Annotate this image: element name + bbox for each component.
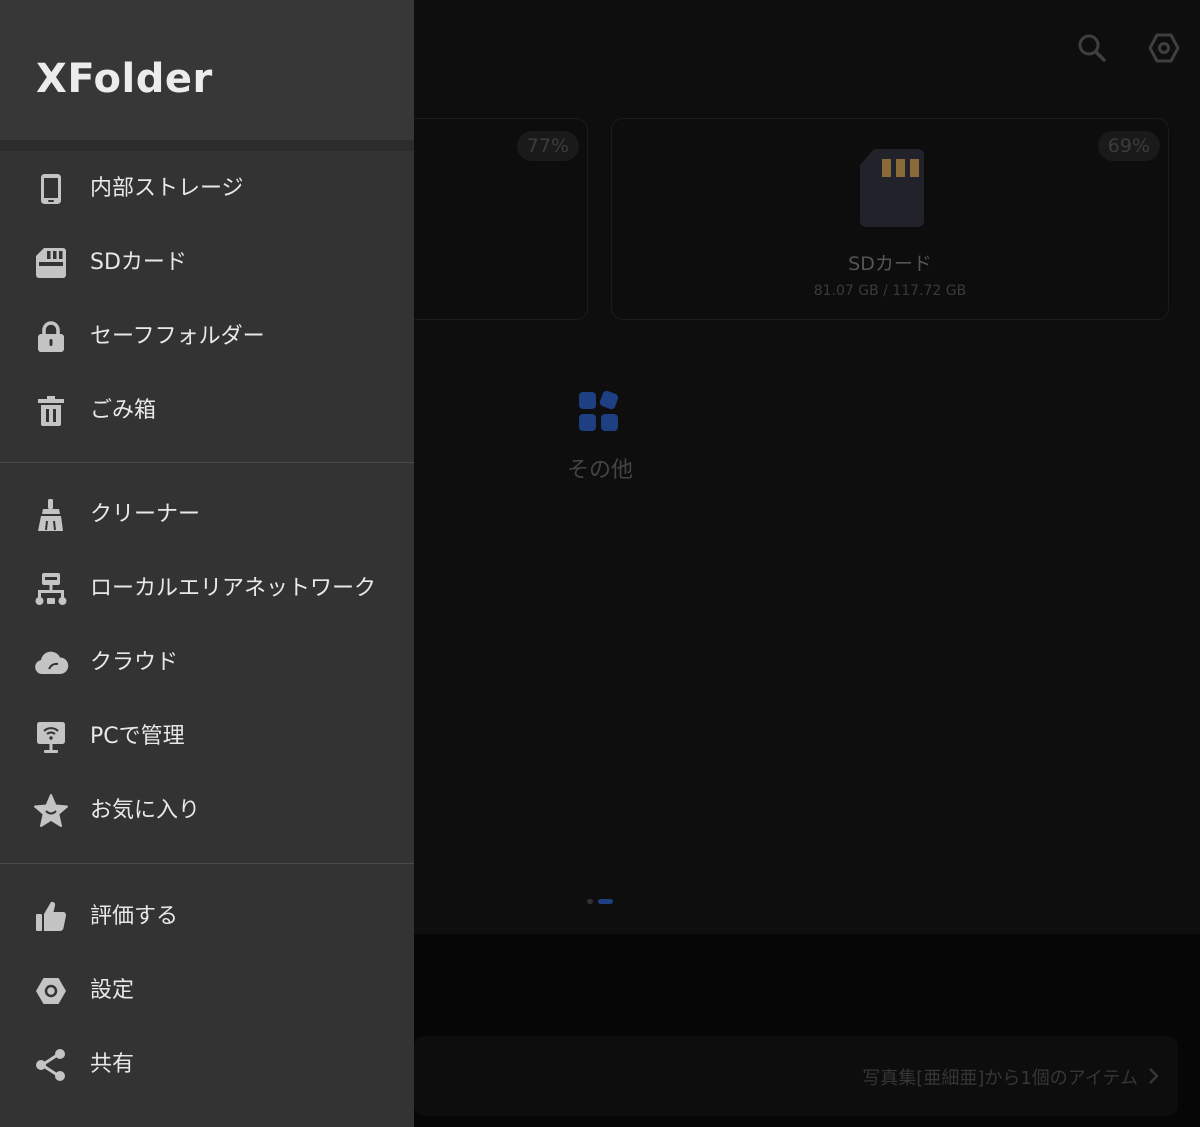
menu-item-cloud[interactable]: クラウド — [0, 632, 414, 694]
menu-item-favorites[interactable]: お気に入り — [0, 780, 414, 842]
sd-card-large-icon — [860, 149, 924, 227]
sd-card-icon — [33, 245, 69, 281]
phone-icon — [33, 171, 69, 207]
sd-card-title: SDカード — [848, 253, 932, 275]
settings-top-icon[interactable] — [1146, 30, 1182, 66]
internal-storage-card[interactable]: 77% — [400, 118, 588, 320]
menu-item-safe-folder[interactable]: セーフフォルダー — [0, 306, 414, 368]
menu-item-label: PCで管理 — [90, 724, 185, 749]
cloud-icon — [33, 645, 69, 681]
menu-item-label: ローカルエリアネットワーク — [90, 576, 377, 601]
pager-dot — [587, 899, 593, 904]
sd-card-usage: 81.07 GB / 117.72 GB — [813, 283, 967, 299]
menu-item-share[interactable]: 共有 — [0, 1034, 414, 1096]
recent-items-text[interactable]: 写真集[亜細亜]から1個のアイテム — [862, 1064, 1138, 1090]
other-category-label[interactable]: その他 — [540, 452, 660, 484]
menu-item-label: SDカード — [90, 250, 187, 275]
menu-item-cleaner[interactable]: クリーナー — [0, 484, 414, 546]
app-brand-title: XFolder — [36, 56, 213, 102]
menu-item-sd-card[interactable]: SDカード — [0, 232, 414, 294]
broom-icon — [33, 497, 69, 533]
menu-item-lan[interactable]: ローカルエリアネットワーク — [0, 558, 414, 620]
section-divider — [0, 863, 414, 864]
drawer-header: XFolder — [0, 0, 414, 140]
header-shadow — [0, 140, 414, 151]
menu-item-label: 共有 — [90, 1052, 135, 1077]
apps-grid-icon[interactable] — [576, 389, 622, 435]
section-divider — [0, 462, 414, 463]
menu-item-label: 設定 — [90, 978, 135, 1003]
usage-percent-badge: 69% — [1097, 131, 1160, 161]
search-icon[interactable] — [1074, 30, 1110, 66]
menu-item-label: セーフフォルダー — [90, 324, 265, 349]
app-root: 77% 69% SDカード 81.07 GB / 117.72 GB その他 写… — [0, 0, 1200, 1127]
menu-item-label: クラウド — [90, 650, 179, 675]
pager-dot-active — [598, 899, 613, 904]
menu-item-rate[interactable]: 評価する — [0, 886, 414, 948]
trash-icon — [33, 393, 69, 429]
menu-item-label: 内部ストレージ — [90, 176, 244, 201]
network-icon — [33, 571, 69, 607]
share-icon — [33, 1047, 69, 1083]
menu-item-pc-manage[interactable]: PCで管理 — [0, 706, 414, 768]
lock-icon — [33, 319, 69, 355]
menu-item-settings[interactable]: 設定 — [0, 960, 414, 1022]
navigation-drawer: XFolder 内部ストレージ SDカード セーフフォルダー ごみ箱 クリーナー… — [0, 0, 414, 1127]
settings-icon — [33, 973, 69, 1009]
star-icon — [33, 793, 69, 829]
chevron-right-icon[interactable] — [1144, 1064, 1164, 1088]
menu-item-label: クリーナー — [90, 502, 201, 527]
thumbs-up-icon — [33, 899, 69, 935]
menu-item-label: お気に入り — [90, 798, 201, 823]
menu-item-trash[interactable]: ごみ箱 — [0, 380, 414, 442]
menu-item-label: 評価する — [90, 904, 179, 929]
usage-percent-badge: 77% — [516, 131, 579, 161]
menu-item-label: ごみ箱 — [90, 398, 157, 423]
sd-card-storage-card[interactable]: 69% SDカード 81.07 GB / 117.72 GB — [611, 118, 1169, 320]
menu-item-internal-storage[interactable]: 内部ストレージ — [0, 158, 414, 220]
pc-wifi-icon — [33, 719, 69, 755]
